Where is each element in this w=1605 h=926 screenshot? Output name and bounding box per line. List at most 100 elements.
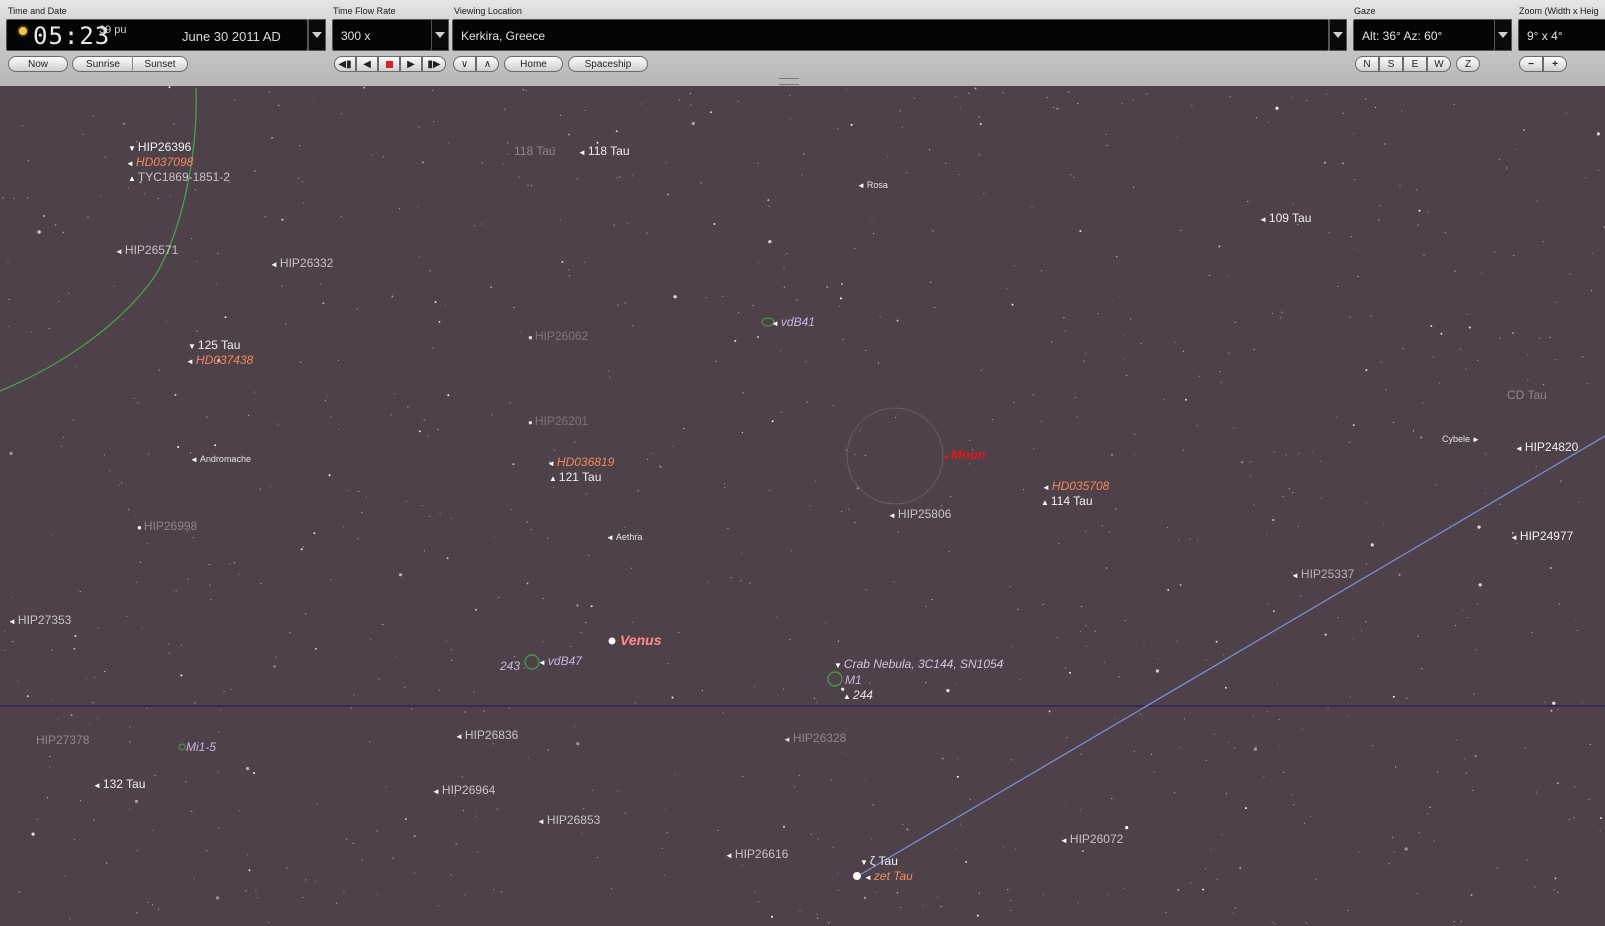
- star-label[interactable]: ● HIP26998: [137, 519, 197, 535]
- sky-view[interactable]: ▼ HIP26396 ◄ HD037098 ▲ TYC1869-1851-2 ◄ HIP…: [0, 86, 1605, 926]
- background-star: [960, 823, 962, 825]
- background-star: [626, 222, 629, 225]
- gaze-display[interactable]: Alt: 36° Az: 60°: [1353, 19, 1495, 51]
- star-label[interactable]: ◄ 132 Tau: [93, 777, 145, 793]
- background-star: [376, 830, 378, 832]
- gaze-south-button[interactable]: S: [1379, 56, 1403, 72]
- background-star: [1358, 851, 1360, 854]
- reverse-button[interactable]: ◀: [356, 56, 378, 72]
- asteroid-label[interactable]: ◄ Aethra: [606, 530, 642, 545]
- background-star: [934, 306, 936, 309]
- fast-reverse-button[interactable]: ◀▮: [334, 56, 356, 72]
- background-star: [1157, 658, 1159, 660]
- forward-button[interactable]: ▶: [400, 56, 422, 72]
- star-label[interactable]: HIP27378: [36, 733, 89, 747]
- star-label[interactable]: ◄ 118 Tau: [578, 144, 630, 160]
- star-label[interactable]: ◄ HD036819: [547, 455, 614, 471]
- star-label[interactable]: ◄ HIP26853: [537, 813, 600, 829]
- star-label[interactable]: ◄ HD037438: [186, 353, 253, 369]
- star-label[interactable]: ◄ HIP24977: [1510, 529, 1573, 545]
- planet-venus-label[interactable]: Venus: [620, 633, 662, 647]
- star-label[interactable]: ◄ HIP27353: [8, 613, 71, 629]
- nebula-label[interactable]: ▼ Crab Nebula, 3C144, SN1054: [834, 657, 1003, 673]
- time-flow-chevron-icon[interactable]: [431, 19, 449, 51]
- fast-forward-button[interactable]: ▮▶: [422, 56, 446, 72]
- star-label[interactable]: ◄ HIP26964: [432, 783, 495, 799]
- star-label[interactable]: CD Tau: [1507, 388, 1547, 402]
- star-label[interactable]: ▲ TYC1869-1851-2: [128, 170, 230, 186]
- background-star: [298, 145, 301, 147]
- toolbar-resize-grip[interactable]: [779, 78, 799, 85]
- zoom-out-button[interactable]: −: [1519, 56, 1543, 72]
- nebula-label[interactable]: Mi1-5: [186, 740, 216, 754]
- zoom-in-button[interactable]: +: [1543, 56, 1567, 72]
- home-button[interactable]: Home: [504, 56, 563, 72]
- sunset-button[interactable]: Sunset: [132, 56, 187, 72]
- sunrise-button[interactable]: Sunrise: [73, 56, 133, 72]
- viewing-location-display[interactable]: Kerkira, Greece: [452, 19, 1329, 51]
- object-number-label[interactable]: ▲ 244: [843, 688, 873, 704]
- star-label[interactable]: ◄ 109 Tau: [1259, 211, 1311, 227]
- background-star: [79, 800, 82, 802]
- gaze-west-button[interactable]: W: [1427, 56, 1451, 72]
- background-star: [632, 325, 634, 327]
- descend-button[interactable]: ∨: [453, 56, 476, 72]
- gaze-north-button[interactable]: N: [1355, 56, 1379, 72]
- star-label[interactable]: ◄ HD035708: [1042, 479, 1109, 495]
- star-label[interactable]: 118 Tau: [514, 144, 556, 158]
- nebula-label[interactable]: M1: [845, 673, 862, 687]
- background-star: [1588, 799, 1590, 801]
- asteroid-label[interactable]: ◄ Andromache: [190, 452, 251, 467]
- spaceship-button[interactable]: Spaceship: [568, 56, 648, 72]
- background-star: [1569, 273, 1571, 275]
- location-chevron-icon[interactable]: [1329, 19, 1347, 51]
- star-label[interactable]: ● HIP26201: [528, 414, 588, 430]
- asteroid-label[interactable]: ◄ Rosa: [857, 178, 888, 193]
- star-label[interactable]: ● HIP26062: [528, 329, 588, 345]
- background-star: [1234, 907, 1236, 909]
- nebula-label[interactable]: ◄ vdB47: [538, 654, 582, 670]
- star-label[interactable]: ◄ HD037098: [126, 155, 193, 171]
- background-star: [89, 722, 91, 724]
- star-label[interactable]: ◄ HIP26328: [783, 731, 846, 747]
- star-label[interactable]: ▼ HIP26396: [128, 140, 191, 156]
- star-label[interactable]: ◄ HIP24820: [1515, 440, 1578, 456]
- ascend-button[interactable]: ∧: [476, 56, 499, 72]
- asteroid-label[interactable]: Cybele ►: [1442, 432, 1482, 447]
- time-dropdown-chevron-icon[interactable]: [308, 19, 326, 51]
- background-star: [1050, 341, 1053, 343]
- star-label[interactable]: ◄ HIP26836: [455, 728, 518, 744]
- gaze-chevron-icon[interactable]: [1494, 19, 1512, 51]
- object-number-label[interactable]: 243: [500, 659, 520, 673]
- time-flow-display[interactable]: 300 x: [332, 19, 432, 51]
- star-label[interactable]: ◄ HIP25806: [888, 507, 951, 523]
- background-star: [1007, 889, 1009, 891]
- stop-button[interactable]: [378, 56, 400, 72]
- gaze-east-button[interactable]: E: [1403, 56, 1427, 72]
- star-label[interactable]: ▼ 125 Tau: [188, 338, 240, 354]
- moon-label[interactable]: ◄ Moon: [941, 448, 986, 464]
- m1-marker: [827, 671, 843, 687]
- background-star: [640, 103, 642, 105]
- zoom-display[interactable]: 9° x 4°: [1518, 19, 1605, 51]
- star-label[interactable]: ▲ 114 Tau: [1041, 494, 1093, 510]
- star-label[interactable]: ▲ 121 Tau: [549, 470, 601, 486]
- star-label[interactable]: ◄ HIP25337: [1291, 567, 1354, 583]
- star-label[interactable]: ◄ zet Tau: [864, 869, 913, 885]
- background-star: [157, 197, 159, 200]
- nebula-label[interactable]: ◄ vdB41: [771, 315, 815, 331]
- now-button[interactable]: Now: [8, 56, 68, 72]
- star-label[interactable]: ◄ HIP26571: [115, 243, 178, 259]
- gaze-zenith-button[interactable]: Z: [1456, 56, 1480, 72]
- background-star: [196, 330, 198, 332]
- star-label[interactable]: ◄ HIP26332: [270, 256, 333, 272]
- star-label[interactable]: ◄ HIP26072: [1060, 832, 1123, 848]
- background-star: [1175, 136, 1177, 138]
- sky-canvas: [0, 86, 1605, 925]
- background-star: [234, 99, 236, 101]
- star-label[interactable]: ▼ ζ Tau: [860, 854, 898, 870]
- star-label[interactable]: ◄ HIP26616: [725, 847, 788, 863]
- background-star: [674, 774, 676, 776]
- time-date-display[interactable]: 05:23 39 pu June 30 2011 AD: [6, 19, 308, 51]
- background-star: [864, 896, 867, 899]
